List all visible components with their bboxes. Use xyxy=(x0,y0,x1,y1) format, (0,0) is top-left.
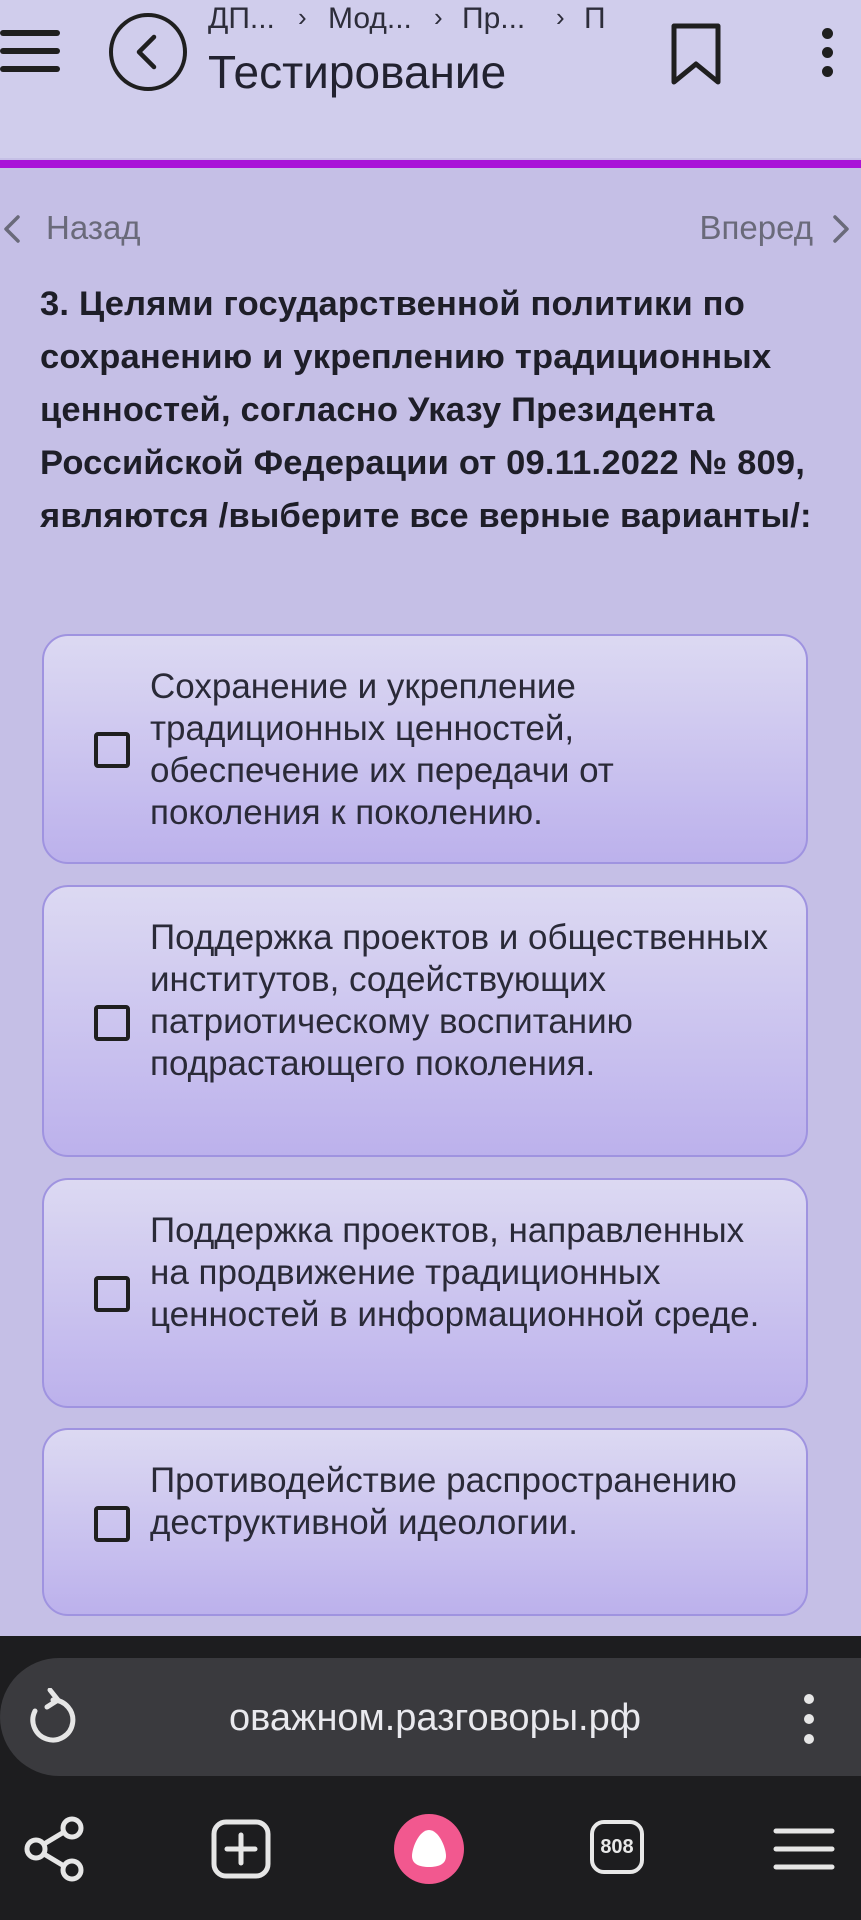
chevron-left-icon xyxy=(4,215,20,243)
answer-option[interactable]: Сохранение и укрепление традиционных цен… xyxy=(42,634,808,864)
checkbox[interactable] xyxy=(94,1005,130,1041)
answer-option-text: Поддержка проектов и общественных инстит… xyxy=(150,918,768,1083)
back-label: Назад xyxy=(46,209,141,246)
forward-label: Вперед xyxy=(699,209,813,246)
url-text[interactable]: оважном.разговоры.рф xyxy=(110,1690,760,1746)
breadcrumb-item[interactable]: Мод... xyxy=(328,0,412,38)
browser-menu-icon[interactable] xyxy=(772,1816,836,1882)
answer-option-text: Поддержка проектов, направленных на прод… xyxy=(150,1211,760,1334)
answer-option[interactable]: Поддержка проектов и общественных инстит… xyxy=(42,885,808,1157)
hamburger-icon xyxy=(773,1828,835,1870)
answer-option-text: Противодействие распространению деструкт… xyxy=(150,1461,737,1542)
forward-button[interactable]: Вперед xyxy=(661,206,861,250)
reload-button[interactable] xyxy=(28,1687,78,1744)
answer-option[interactable]: Противодействие распространению деструкт… xyxy=(42,1428,808,1616)
bookmark-button[interactable] xyxy=(668,22,724,88)
breadcrumb-separator: › xyxy=(298,2,307,32)
alice-icon xyxy=(394,1814,464,1884)
share-button[interactable] xyxy=(20,1816,90,1882)
plus-square-icon xyxy=(211,1819,271,1879)
breadcrumb-item[interactable]: Пр... xyxy=(462,0,525,38)
progress-bar xyxy=(0,160,861,168)
question-text: 3. Целями государственной политики по со… xyxy=(40,285,812,535)
app-header: ДП... › Мод... › Пр... › П Тестирование xyxy=(0,0,861,158)
breadcrumb: ДП... › Мод... › Пр... › П xyxy=(208,0,608,40)
bookmark-icon xyxy=(671,23,721,85)
chevron-right-icon xyxy=(833,215,849,243)
menu-icon[interactable] xyxy=(0,30,60,72)
page-title: Тестирование xyxy=(208,46,507,98)
tabs-counter-button[interactable]: 808 xyxy=(590,1820,644,1874)
breadcrumb-item[interactable]: ДП... xyxy=(208,0,275,38)
chevron-left-circle-icon xyxy=(109,13,187,91)
breadcrumb-separator: › xyxy=(556,2,565,32)
reload-icon xyxy=(30,1687,76,1743)
alice-assistant-button[interactable] xyxy=(392,1812,466,1886)
answer-option-text: Сохранение и укрепление традиционных цен… xyxy=(150,667,614,832)
back-circle-button[interactable] xyxy=(108,12,188,92)
breadcrumb-item[interactable]: П xyxy=(584,0,606,38)
checkbox[interactable] xyxy=(94,1276,130,1312)
more-vertical-icon[interactable] xyxy=(800,1694,818,1744)
answer-option[interactable]: Поддержка проектов, направленных на прод… xyxy=(42,1178,808,1408)
share-icon xyxy=(24,1816,84,1882)
breadcrumb-separator: › xyxy=(434,2,443,32)
checkbox[interactable] xyxy=(94,732,130,768)
new-tab-button[interactable] xyxy=(208,1816,278,1882)
checkbox[interactable] xyxy=(94,1506,130,1542)
more-vertical-icon[interactable] xyxy=(818,28,838,78)
